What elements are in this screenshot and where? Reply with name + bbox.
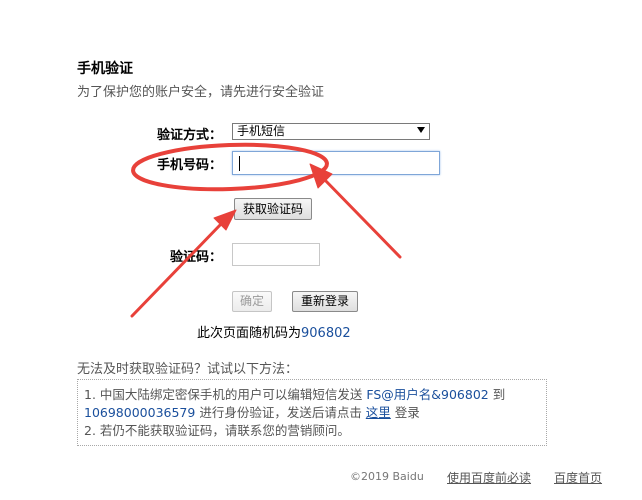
confirm-button[interactable]: 确定 (232, 291, 272, 312)
alternatives-title: 无法及时获取验证码？试试以下方法： (77, 362, 299, 377)
method-1-to: 到 (488, 387, 506, 402)
here-link[interactable]: 这里 (366, 405, 391, 420)
random-code-prefix: 此次页面随机码为 (197, 326, 302, 341)
random-code-text: 此次页面随机码为906802 (197, 322, 351, 341)
relogin-button[interactable]: 重新登录 (292, 291, 358, 312)
sms-content: FS@用户名&906802 (366, 387, 489, 402)
method-3-text: 2. 若仍不能获取验证码，请联系您的营销顾问。 (84, 423, 350, 438)
chevron-down-icon (417, 127, 425, 133)
method-2-text: 进行身份验证，发送后请点击 (195, 405, 366, 420)
phone-label: 手机号码： (156, 158, 222, 173)
alternatives-box: 1. 中国大陆绑定密保手机的用户可以编辑短信发送 FS@用户名&906802 到… (77, 379, 547, 446)
page-title: 手机验证 (77, 61, 133, 77)
annotation-arrowhead-1 (213, 209, 237, 231)
random-code-value: 906802 (301, 326, 351, 341)
method-line-1: 1. 中国大陆绑定密保手机的用户可以编辑短信发送 FS@用户名&906802 到 (84, 386, 540, 404)
code-label: 验证码： (169, 250, 222, 265)
sms-number: 10698000036579 (84, 405, 196, 420)
page-subtitle: 为了保护您的账户安全，请先进行安全验证 (77, 85, 325, 100)
method-1-text: 1. 中国大陆绑定密保手机的用户可以编辑短信发送 (84, 387, 367, 402)
annotation-arrow-line-2 (320, 175, 402, 259)
verify-method-select[interactable]: 手机短信 (232, 123, 430, 140)
code-input[interactable] (232, 243, 320, 266)
text-caret (239, 156, 240, 171)
method-line-2: 10698000036579 进行身份验证，发送后请点击 这里 登录 (84, 404, 540, 422)
phone-input[interactable] (232, 151, 440, 175)
footer-link-usage[interactable]: 使用百度前必读 (447, 469, 531, 486)
verify-method-label: 验证方式： (156, 128, 222, 143)
footer-copyright: ©2019 Baidu (350, 470, 424, 483)
method-line-3: 2. 若仍不能获取验证码，请联系您的营销顾问。 (84, 422, 540, 440)
footer-link-home[interactable]: 百度首页 (554, 469, 602, 486)
get-code-button[interactable]: 获取验证码 (234, 198, 312, 220)
annotation-arrow-line-1 (130, 221, 224, 318)
method-2-end: 登录 (390, 405, 420, 420)
verify-method-value: 手机短信 (237, 124, 286, 138)
